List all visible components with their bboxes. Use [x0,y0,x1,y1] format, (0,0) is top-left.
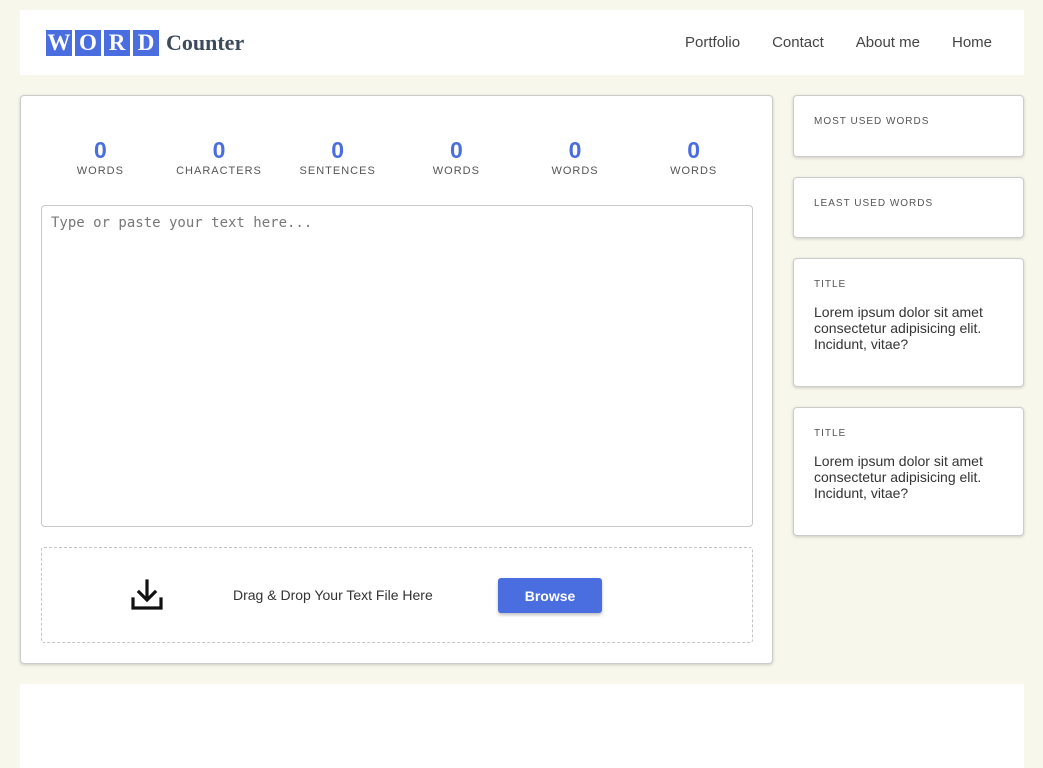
stat-value: 0 [212,137,226,163]
stat-words-5: 0 WORDS [516,136,635,177]
stat-words: 0 WORDS [41,136,160,177]
logo-text: Counter [166,29,245,55]
stat-characters: 0 CHARACTERS [160,136,279,177]
footer-panel [20,684,1024,768]
stats-row: 0 WORDS 0 CHARACTERS 0 SENTENCES 0 WORDS… [41,136,753,177]
stat-label: SENTENCES [299,165,376,177]
logo-letter-o: O [75,29,101,56]
stat-value: 0 [449,137,463,163]
main-nav: Portfolio Contact About me Home [653,34,992,51]
info-card: TITLE Lorem ipsum dolor sit amet consect… [793,407,1024,536]
most-used-words-card: MOST USED WORDS [793,95,1024,157]
file-dropzone[interactable]: Drag & Drop Your Text File Here Browse [41,547,753,643]
download-icon [131,579,163,610]
card-title: TITLE [814,428,847,439]
logo-letter-r: R [104,29,130,56]
stat-label: WORDS [670,165,718,177]
logo-letter-d: D [133,29,159,56]
nav-link-about-me[interactable]: About me [856,34,920,51]
stat-label: CHARACTERS [176,165,262,177]
least-used-words-card: LEAST USED WORDS [793,177,1024,238]
stat-value: 0 [93,137,107,163]
logo[interactable]: W O R D Counter [46,29,245,56]
most-used-words-title: MOST USED WORDS [814,116,930,127]
card-title: TITLE [814,279,847,290]
card-body: Lorem ipsum dolor sit amet consectetur a… [814,453,983,501]
dropzone-label: Drag & Drop Your Text File Here [233,587,433,603]
stat-words-4: 0 WORDS [397,136,516,177]
stat-value: 0 [331,137,345,163]
nav-link-portfolio[interactable]: Portfolio [685,34,740,51]
stat-label: WORDS [76,165,124,177]
site-header: W O R D Counter Portfolio Contact About … [20,10,1024,75]
info-card: TITLE Lorem ipsum dolor sit amet consect… [793,258,1024,387]
counter-card: 0 WORDS 0 CHARACTERS 0 SENTENCES 0 WORDS… [20,95,773,664]
stat-value: 0 [687,137,701,163]
card-body: Lorem ipsum dolor sit amet consectetur a… [814,304,983,352]
least-used-words-title: LEAST USED WORDS [814,198,934,209]
browse-button[interactable]: Browse [498,578,602,613]
stat-label: WORDS [551,165,599,177]
stat-label: WORDS [432,165,480,177]
nav-link-home[interactable]: Home [952,34,992,51]
stat-words-6: 0 WORDS [634,136,753,177]
stat-sentences: 0 SENTENCES [278,136,397,177]
text-input[interactable] [41,205,753,527]
stat-value: 0 [568,137,582,163]
logo-letter-w: W [46,29,72,56]
nav-link-contact[interactable]: Contact [772,34,824,51]
